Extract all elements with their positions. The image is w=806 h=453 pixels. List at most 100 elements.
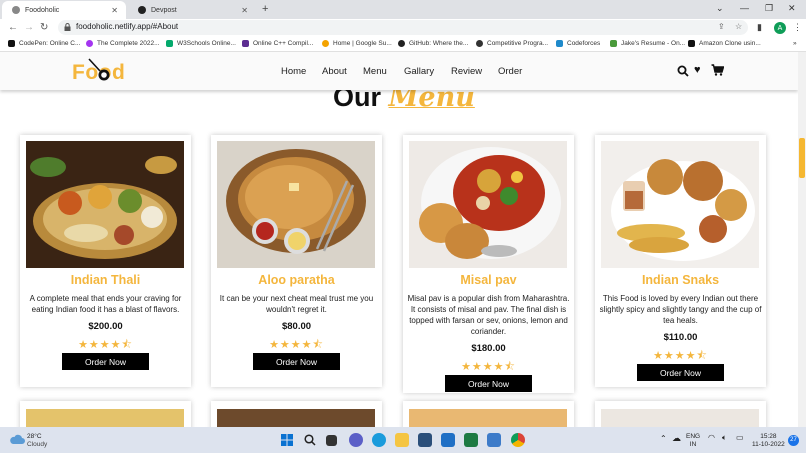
dish-price: $80.00 bbox=[281, 321, 312, 332]
bookmark-item[interactable]: Competitive Progra... bbox=[476, 40, 548, 47]
dish-image-thali bbox=[26, 141, 184, 268]
codeforces-icon bbox=[556, 40, 563, 47]
site-header: Food Home About Menu Gallary Review Orde… bbox=[0, 52, 798, 90]
share-icon[interactable]: ⇪ bbox=[718, 22, 725, 31]
dish-image bbox=[601, 409, 759, 427]
notification-badge[interactable]: 27 bbox=[788, 435, 799, 446]
menu-card: Aloo paratha It can be your next cheat m… bbox=[211, 135, 382, 387]
forward-icon[interactable]: → bbox=[24, 22, 34, 33]
excel-icon[interactable] bbox=[464, 433, 478, 447]
search-icon[interactable] bbox=[677, 65, 689, 77]
web-page: Food Home About Menu Gallary Review Orde… bbox=[0, 52, 798, 427]
nav-menu[interactable]: Menu bbox=[363, 66, 387, 77]
maximize-icon[interactable]: ❐ bbox=[765, 3, 773, 14]
menu-card bbox=[20, 401, 191, 427]
bookmark-item[interactable]: Home | Google Su... bbox=[322, 40, 392, 47]
globe-icon bbox=[476, 40, 483, 47]
nav-gallary[interactable]: Gallary bbox=[404, 66, 434, 77]
menu-card bbox=[211, 401, 382, 427]
bookmark-item[interactable]: Codeforces bbox=[556, 40, 600, 47]
dish-description: This Food is loved by every Indian out t… bbox=[599, 294, 762, 325]
menu-card: Indian Thali A complete meal that ends y… bbox=[20, 135, 191, 387]
chevron-up-icon[interactable]: ⌃ bbox=[660, 435, 667, 443]
browser-toolbar: ← → ↻ foodoholic.netlify.app/#About ⇪ ☆ … bbox=[0, 19, 806, 37]
browser-tab-strip: Foodoholic ✕ Devpost ✕ + ⌄ — ❐ ✕ bbox=[0, 0, 806, 19]
dish-image bbox=[409, 409, 567, 427]
dish-image bbox=[26, 409, 184, 427]
tab-devpost[interactable]: Devpost ✕ bbox=[128, 1, 256, 19]
nav-about[interactable]: About bbox=[322, 66, 347, 77]
volume-icon[interactable]: 🔈︎ bbox=[722, 434, 727, 442]
chrome-icon[interactable] bbox=[511, 433, 525, 447]
tab-search-icon[interactable]: ⌄ bbox=[716, 3, 724, 14]
tab-foodoholic[interactable]: Foodoholic ✕ bbox=[2, 1, 126, 19]
bookmark-item[interactable]: Amazon Clone usin... bbox=[688, 40, 761, 47]
new-tab-button[interactable]: + bbox=[262, 3, 268, 15]
dish-image bbox=[217, 409, 375, 427]
menu-icon[interactable]: ⋮ bbox=[793, 22, 802, 33]
sidebar-icon[interactable]: ▮ bbox=[757, 22, 762, 33]
bookmark-item[interactable]: CodePen: Online C... bbox=[8, 40, 80, 47]
google-sites-icon bbox=[322, 40, 329, 47]
dish-description: It can be your next cheat meal trust me … bbox=[219, 294, 374, 314]
more-bookmarks-icon[interactable]: » bbox=[793, 40, 797, 47]
close-icon[interactable]: ✕ bbox=[241, 6, 248, 15]
heart-icon[interactable]: ♥ bbox=[694, 64, 701, 76]
dish-price: $110.00 bbox=[663, 332, 698, 343]
weather-temperature[interactable]: 28°C bbox=[27, 433, 42, 440]
order-now-button[interactable]: Order Now bbox=[253, 353, 340, 370]
order-now-button[interactable]: Order Now bbox=[445, 375, 532, 392]
lock-icon bbox=[64, 23, 71, 31]
nav-review[interactable]: Review bbox=[451, 66, 482, 77]
address-bar[interactable]: foodoholic.netlify.app/#About ⇪ ☆ bbox=[58, 20, 748, 35]
language-indicator[interactable]: ENG IN bbox=[686, 433, 700, 449]
dish-description: Misal pav is a popular dish from Maharas… bbox=[407, 294, 570, 336]
dish-image-aloo-paratha bbox=[217, 141, 375, 268]
wifi-icon[interactable]: ◠ bbox=[708, 434, 715, 442]
bookmark-item[interactable]: W3Schools Online... bbox=[166, 40, 236, 47]
bookmark-item[interactable]: GitHub: Where the... bbox=[398, 40, 468, 47]
vscode-icon[interactable] bbox=[487, 433, 501, 447]
windows-start-icon[interactable] bbox=[281, 434, 293, 446]
bookmark-item[interactable]: The Complete 2022... bbox=[86, 40, 160, 47]
store-icon[interactable] bbox=[418, 433, 432, 447]
file-explorer-icon[interactable] bbox=[395, 433, 409, 447]
nav-order[interactable]: Order bbox=[498, 66, 522, 77]
close-icon[interactable]: ✕ bbox=[111, 6, 118, 15]
avatar[interactable]: A bbox=[774, 22, 786, 34]
bookmark-item[interactable]: Online C++ Compil... bbox=[242, 40, 313, 47]
battery-icon[interactable]: ▭ bbox=[736, 434, 744, 442]
dish-image-misal-pav bbox=[409, 141, 567, 268]
task-view-icon[interactable] bbox=[326, 435, 337, 446]
w3schools-icon bbox=[166, 40, 173, 47]
scrollbar-thumb[interactable] bbox=[799, 138, 805, 178]
cart-icon[interactable] bbox=[711, 64, 724, 76]
clock[interactable]: 15:28 11-10-2022 bbox=[752, 433, 785, 449]
windows-taskbar: 28°C Cloudy ⌃ ☁ ENG IN ◠ 🔈︎ ▭ 15:28 11-1… bbox=[0, 427, 806, 453]
dish-name: Aloo paratha bbox=[258, 273, 335, 287]
bookmark-item[interactable]: Jake's Resume - On... bbox=[610, 40, 685, 47]
app-l-icon[interactable] bbox=[441, 433, 455, 447]
edge-icon[interactable] bbox=[372, 433, 386, 447]
order-now-button[interactable]: Order Now bbox=[62, 353, 149, 370]
amazon-icon bbox=[688, 40, 695, 47]
menu-card bbox=[403, 401, 574, 427]
menu-card: Indian Snaks This Food is loved by every… bbox=[595, 135, 766, 387]
bookmark-star-icon[interactable]: ☆ bbox=[735, 22, 742, 31]
bookmarks-bar: CodePen: Online C... The Complete 2022..… bbox=[0, 37, 806, 52]
minimize-icon[interactable]: — bbox=[740, 3, 749, 13]
search-icon[interactable] bbox=[304, 434, 316, 446]
nav-home[interactable]: Home bbox=[281, 66, 306, 77]
dish-price: $200.00 bbox=[88, 321, 123, 332]
reload-icon[interactable]: ↻ bbox=[40, 22, 48, 33]
order-now-button[interactable]: Order Now bbox=[637, 364, 724, 381]
back-icon[interactable]: ← bbox=[8, 22, 18, 33]
close-window-icon[interactable]: ✕ bbox=[788, 3, 796, 14]
page-scrollbar[interactable] bbox=[798, 52, 806, 427]
chat-icon[interactable] bbox=[349, 433, 363, 447]
dish-description: A complete meal that ends your craving f… bbox=[29, 294, 182, 314]
codepen-icon bbox=[8, 40, 15, 47]
cloud-sync-icon[interactable]: ☁ bbox=[672, 434, 681, 443]
dish-price: $180.00 bbox=[471, 343, 506, 354]
github-icon bbox=[398, 40, 405, 47]
